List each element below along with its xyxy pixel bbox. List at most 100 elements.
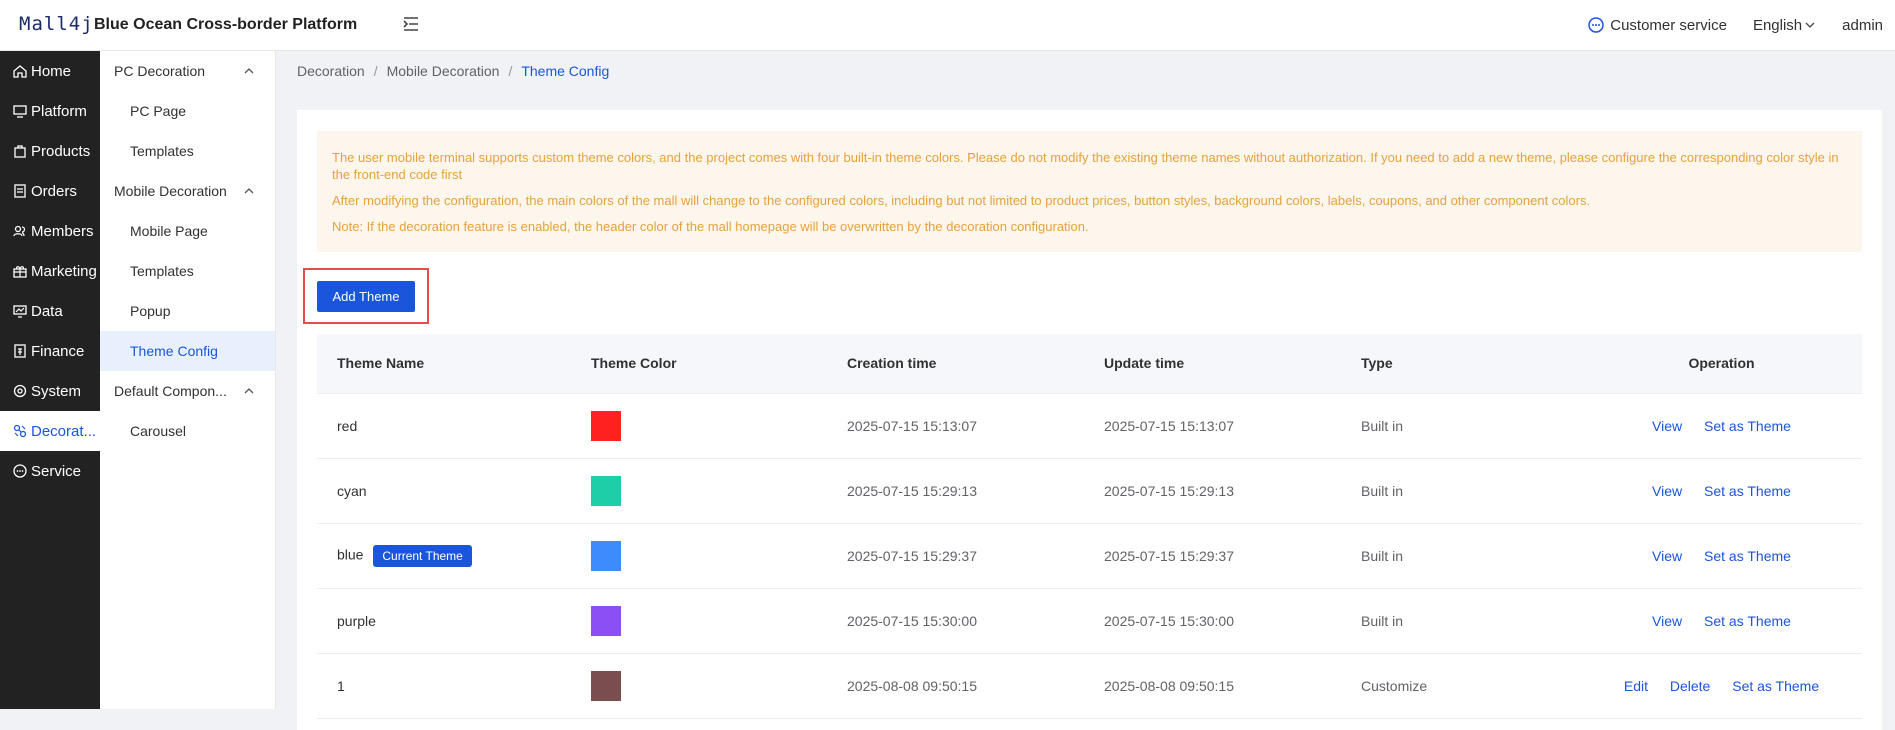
table-row: cyan 2025-07-15 15:29:13 2025-07-15 15:2… [317,458,1862,524]
breadcrumb-item[interactable]: Decoration [297,63,365,79]
view-link[interactable]: View [1652,483,1682,499]
column-header-type: Type [1341,334,1581,394]
palette-icon [13,424,27,438]
theme-table: Theme Name Theme Color Creation time Upd… [317,334,1862,719]
creation-time: 2025-07-15 15:29:37 [827,523,1084,589]
breadcrumb-separator: / [373,63,378,79]
view-link[interactable]: View [1652,613,1682,629]
nav-item-home[interactable]: Home [0,51,100,91]
logo[interactable]: Mall4j [19,13,94,35]
theme-type: Customize [1341,653,1581,719]
creation-time: 2025-07-15 15:30:00 [827,588,1084,654]
theme-type: Built in [1341,458,1581,524]
set-as-theme-link[interactable]: Set as Theme [1704,418,1791,434]
gift-icon [13,266,27,278]
update-time: 2025-07-15 15:13:07 [1084,393,1341,459]
theme-color-cell [571,588,827,654]
nav-item-label: Service [31,462,82,480]
table-row: 1 2025-08-08 09:50:15 2025-08-08 09:50:1… [317,653,1862,719]
document-icon [14,184,26,198]
language-label: English [1752,16,1803,34]
nav-item-system[interactable]: System [0,371,100,411]
nav-item-label: Data [31,302,63,320]
nav-item-label: Marketing [31,262,97,280]
subnav-item-theme-config[interactable]: Theme Config [100,331,275,371]
nav-item-label: Members [31,222,94,240]
set-as-theme-link[interactable]: Set as Theme [1732,678,1819,694]
subnav-group-default-components[interactable]: Default Compon... [100,371,275,411]
subnav-item-pc-templates[interactable]: Templates [100,131,275,171]
customer-service-label: Customer service [1610,16,1727,34]
theme-color-cell [571,523,827,589]
theme-name: 1 [317,653,571,719]
operation-cell: View Set as Theme [1581,523,1862,589]
set-as-theme-link[interactable]: Set as Theme [1704,483,1791,499]
chevron-down-icon [1805,22,1815,28]
breadcrumb-item[interactable]: Mobile Decoration [387,63,500,79]
collapse-menu-icon[interactable] [402,15,420,33]
set-as-theme-link[interactable]: Set as Theme [1704,548,1791,564]
users-icon [13,225,26,237]
nav-item-label: System [31,382,82,400]
color-swatch [591,475,621,506]
monitor-icon [13,105,27,118]
primary-nav: Home Platform Products Orders Members Ma… [0,51,100,709]
nav-item-decoration[interactable]: Decorat... [0,411,100,451]
set-as-theme-link[interactable]: Set as Theme [1704,613,1791,629]
nav-item-label: Products [31,142,91,160]
nav-item-products[interactable]: Products [0,131,100,171]
nav-item-label: Orders [31,182,77,200]
creation-time: 2025-07-15 15:13:07 [827,393,1084,459]
main-card: The user mobile terminal supports custom… [297,110,1882,730]
view-link[interactable]: View [1652,418,1682,434]
subnav-group-label: PC Decoration [114,63,206,79]
language-select[interactable]: English [1753,17,1816,34]
operation-cell: View Set as Theme [1581,588,1862,654]
subnav-item-mobile-templates[interactable]: Templates [100,251,275,291]
notice-line: After modifying the configuration, the m… [332,193,1591,208]
color-swatch [591,605,621,636]
column-header-created: Creation time [827,334,1084,394]
theme-type: Built in [1341,393,1581,459]
nav-item-orders[interactable]: Orders [0,171,100,211]
subnav-item-pc-page[interactable]: PC Page [100,91,275,131]
nav-item-label: Platform [31,102,87,120]
add-theme-button[interactable]: Add Theme [317,281,415,312]
theme-color-cell [571,653,827,719]
subnav-group-label: Mobile Decoration [114,183,227,199]
column-header-operation: Operation [1581,334,1862,394]
subnav-item-mobile-page[interactable]: Mobile Page [100,211,275,251]
nav-item-marketing[interactable]: Marketing [0,251,100,291]
chart-icon [13,305,27,318]
subnav-group-pc-decoration[interactable]: PC Decoration [100,51,275,91]
chevron-up-icon [244,388,254,394]
chevron-up-icon [244,188,254,194]
subnav-item-popup[interactable]: Popup [100,291,275,331]
theme-name: cyan [317,458,571,524]
delete-link[interactable]: Delete [1670,678,1710,694]
bag-icon [14,145,26,158]
nav-item-finance[interactable]: Finance [0,331,100,371]
subnav-item-carousel[interactable]: Carousel [100,411,275,451]
edit-link[interactable]: Edit [1624,678,1648,694]
breadcrumb-separator: / [508,63,513,79]
user-menu[interactable]: admin [1842,17,1883,34]
nav-item-data[interactable]: Data [0,291,100,331]
subnav-group-mobile-decoration[interactable]: Mobile Decoration [100,171,275,211]
nav-item-platform[interactable]: Platform [0,91,100,131]
theme-name: blue [337,546,364,563]
gear-icon [13,384,27,398]
top-bar: Mall4j Blue Ocean Cross-border Platform … [0,0,1895,51]
column-header-updated: Update time [1084,334,1341,394]
nav-item-service[interactable]: Service [0,451,100,491]
theme-color-cell [571,393,827,459]
home-icon [13,65,27,78]
table-header-row: Theme Name Theme Color Creation time Upd… [317,334,1862,394]
theme-type: Built in [1341,523,1581,589]
table-row: purple 2025-07-15 15:30:00 2025-07-15 15… [317,588,1862,654]
customer-service-link[interactable]: Customer service [1587,16,1727,34]
operation-cell: View Set as Theme [1581,393,1862,459]
notice-box: The user mobile terminal supports custom… [317,131,1862,252]
view-link[interactable]: View [1652,548,1682,564]
nav-item-members[interactable]: Members [0,211,100,251]
